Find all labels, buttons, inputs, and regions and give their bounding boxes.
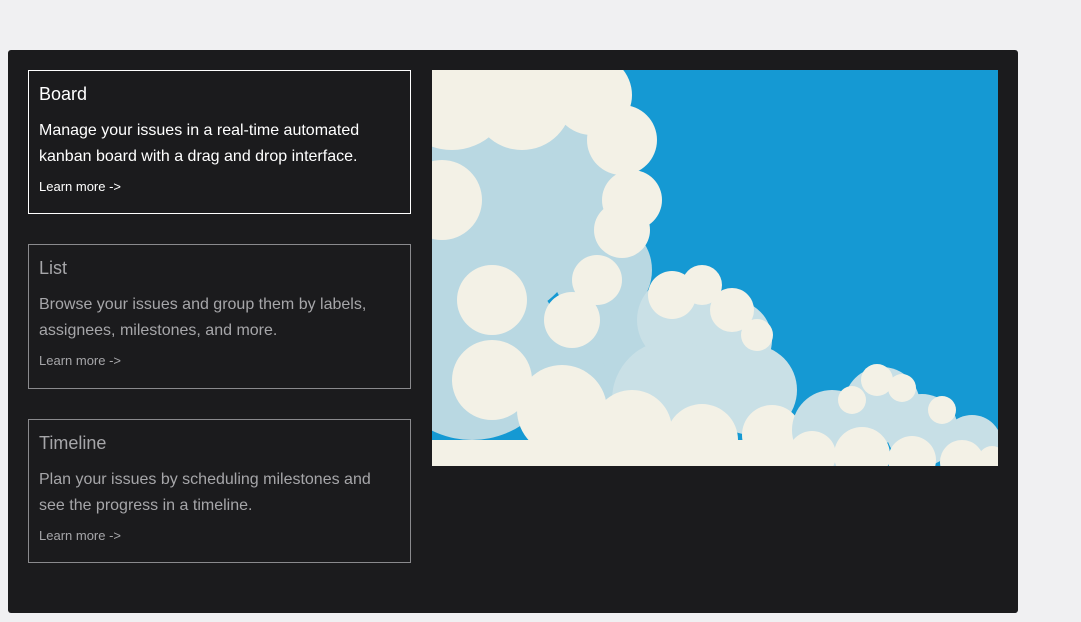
learn-more-link[interactable]: Learn more -> [39, 527, 121, 545]
feature-illustration [432, 70, 998, 466]
card-description: Browse your issues and group them by lab… [39, 296, 367, 339]
card-description: Manage your issues in a real-time automa… [39, 122, 360, 165]
learn-more-link[interactable]: Learn more -> [39, 352, 121, 370]
card-title: Timeline [39, 433, 107, 453]
card-title: List [39, 258, 68, 278]
card-description: Plan your issues by scheduling milestone… [39, 471, 371, 514]
features-panel: Board Manage your issues in a real-time … [8, 50, 1018, 613]
card-title: Board [39, 84, 88, 104]
clouds-illustration [432, 70, 998, 466]
feature-card-list[interactable]: List Browse your issues and group them b… [28, 244, 411, 389]
learn-more-link[interactable]: Learn more -> [39, 178, 121, 196]
feature-card-board[interactable]: Board Manage your issues in a real-time … [28, 70, 411, 214]
feature-card-timeline[interactable]: Timeline Plan your issues by scheduling … [28, 419, 411, 563]
